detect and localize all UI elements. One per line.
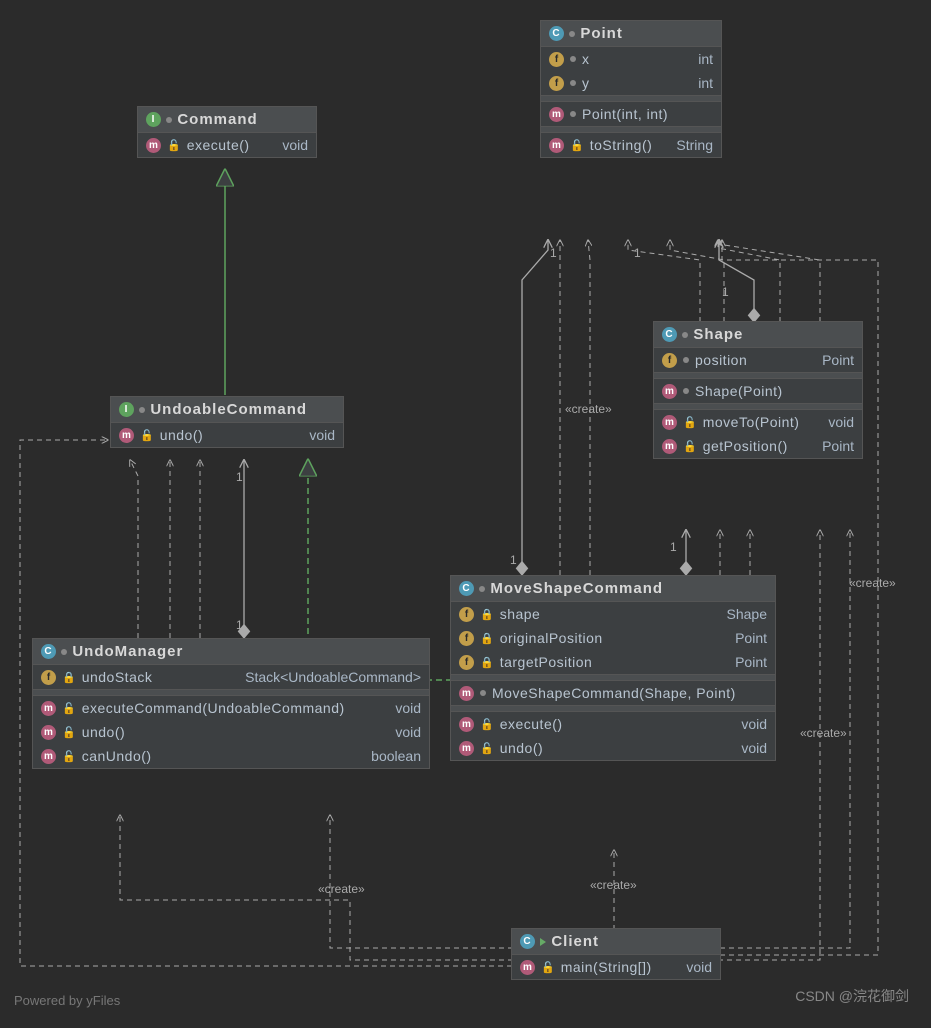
public-icon: 🔓 [570, 139, 584, 152]
class-icon: C [41, 644, 56, 659]
class-move-shape-command[interactable]: C MoveShapeCommand f 🔒 shape Shape f 🔒 o… [450, 575, 776, 761]
method-icon: m [41, 749, 56, 764]
field-icon: f [549, 76, 564, 91]
class-icon: C [520, 934, 535, 949]
method-icon: m [459, 686, 474, 701]
class-name: Shape [693, 326, 743, 343]
private-icon: 🔒 [62, 671, 76, 684]
class-client[interactable]: C Client m 🔓 main(String[]) void [511, 928, 721, 980]
class-undo-manager[interactable]: C UndoManager f 🔒 undoStack Stack<Undoab… [32, 638, 430, 769]
class-name: MoveShapeCommand [490, 580, 663, 597]
public-icon: 🔓 [167, 139, 181, 152]
mult-1a: 1 [236, 470, 243, 484]
interface-icon: I [119, 402, 134, 417]
field-icon: f [662, 353, 677, 368]
public-icon: 🔓 [480, 742, 494, 755]
watermark-yfiles: Powered by yFiles [14, 993, 120, 1008]
create-c: «create» [318, 882, 365, 896]
mult-1e: 1 [722, 285, 729, 299]
field-icon: f [459, 655, 474, 670]
class-name: UndoManager [72, 643, 183, 660]
class-name: Point [580, 25, 623, 42]
mult-1b: 1 [236, 618, 243, 632]
create-a: «create» [565, 402, 612, 416]
field-icon: f [41, 670, 56, 685]
public-icon: 🔓 [683, 416, 697, 429]
mult-1f: 1 [510, 553, 517, 567]
mult-1d: 1 [634, 246, 641, 260]
interface-icon: I [146, 112, 161, 127]
mult-1c: 1 [550, 246, 557, 260]
create-b: «create» [590, 878, 637, 892]
public-icon: 🔓 [62, 702, 76, 715]
method-icon: m [459, 717, 474, 732]
method-icon: m [41, 725, 56, 740]
method-icon: m [41, 701, 56, 716]
class-name: Client [551, 933, 599, 950]
public-icon: 🔓 [62, 750, 76, 763]
public-icon: 🔓 [62, 726, 76, 739]
method-icon: m [662, 384, 677, 399]
private-icon: 🔒 [480, 656, 494, 669]
method-icon: m [119, 428, 134, 443]
watermark-csdn: CSDN @浣花御剑 [795, 986, 909, 1006]
create-e: «create» [849, 576, 896, 590]
public-icon: 🔓 [480, 718, 494, 731]
field-icon: f [459, 631, 474, 646]
class-point[interactable]: C Point f x int f y int m Point(int, int… [540, 20, 722, 158]
public-icon: 🔓 [541, 961, 555, 974]
method-icon: m [459, 741, 474, 756]
class-icon: C [662, 327, 677, 342]
class-name: Command [177, 111, 257, 128]
method-icon: m [662, 439, 677, 454]
class-icon: C [459, 581, 474, 596]
method-icon: m [549, 138, 564, 153]
class-shape[interactable]: C Shape f position Point m Shape(Point) … [653, 321, 863, 459]
method-icon: m [549, 107, 564, 122]
class-name: UndoableCommand [150, 401, 307, 418]
create-d: «create» [800, 726, 847, 740]
field-icon: f [459, 607, 474, 622]
public-icon: 🔓 [140, 429, 154, 442]
run-icon [540, 938, 546, 946]
class-icon: C [549, 26, 564, 41]
class-undoable-command[interactable]: I UndoableCommand m 🔓 undo() void [110, 396, 344, 448]
method-icon: m [146, 138, 161, 153]
class-command[interactable]: I Command m 🔓 execute() void [137, 106, 317, 158]
method-icon: m [520, 960, 535, 975]
private-icon: 🔒 [480, 608, 494, 621]
method-icon: m [662, 415, 677, 430]
private-icon: 🔒 [480, 632, 494, 645]
mult-1g: 1 [670, 540, 677, 554]
public-icon: 🔓 [683, 440, 697, 453]
field-icon: f [549, 52, 564, 67]
